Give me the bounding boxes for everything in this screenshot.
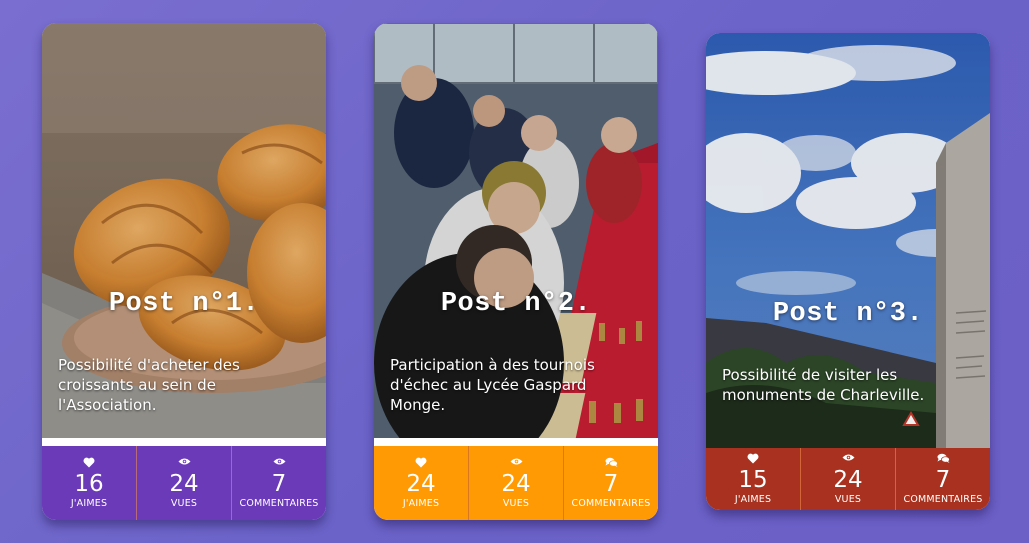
views-count: 24 [833,466,863,493]
post-card-1[interactable]: Post n°1. Possibilité d'acheter des croi… [42,23,326,520]
comments-stat[interactable]: 7 COMMENTAIRES [895,448,990,510]
heart-icon [83,457,95,469]
views-stat[interactable]: 24 VUES [800,448,895,510]
likes-stat[interactable]: 16 J'AIMES [42,446,136,520]
views-stat[interactable]: 24 VUES [136,446,231,520]
likes-stat[interactable]: 15 J'AIMES [706,448,800,510]
post-description: Participation à des tournois d'échec au … [390,356,595,414]
heart-icon [415,457,427,469]
eye-icon [273,457,286,469]
comments-icon [605,457,618,469]
likes-stat[interactable]: 24 J'AIMES [374,446,468,520]
comments-count: 7 [935,466,951,493]
comments-icon [937,453,950,465]
comments-count: 7 [603,470,619,497]
post-card-2[interactable]: Post n°2. Participation à des tournois d… [374,23,658,520]
views-stat[interactable]: 24 VUES [468,446,563,520]
likes-count: 15 [738,466,768,493]
comments-label: COMMENTAIRES [571,497,651,509]
post-description: Possibilité d'acheter des croissants au … [58,356,240,414]
post-description: Possibilité de visiter les monuments de … [722,366,925,404]
likes-label: J'AIMES [734,493,772,505]
post-title: Post n°1. [108,289,260,319]
likes-count: 24 [406,470,436,497]
eye-icon [510,457,523,469]
divider [374,438,658,446]
views-count: 24 [501,470,531,497]
comments-count: 7 [271,470,287,497]
views-label: VUES [170,497,198,509]
comments-stat[interactable]: 7 COMMENTAIRES [563,446,658,520]
eye-icon [178,457,191,469]
post-card-3[interactable]: Post n°3. Possibilité de visiter les mon… [706,33,990,510]
post-stats-bar: 15 J'AIMES 24 VUES 7 COMMENTAIRES [706,448,990,510]
comments-label: COMMENTAIRES [239,497,319,509]
post-title: Post n°2. [440,289,592,319]
comments-label: COMMENTAIRES [903,493,983,505]
eye-icon [842,453,855,465]
heart-icon [747,453,759,465]
likes-count: 16 [74,470,104,497]
post-stats-bar: 24 J'AIMES 24 VUES 7 COMMENTAIRES [374,446,658,520]
likes-label: J'AIMES [70,497,108,509]
likes-label: J'AIMES [402,497,440,509]
divider [42,438,326,446]
post-title: Post n°3. [772,299,924,329]
post-stats-bar: 16 J'AIMES 24 VUES 7 COMMENTAIRES [42,446,326,520]
views-label: VUES [502,497,530,509]
views-label: VUES [834,493,862,505]
comments-stat[interactable]: 7 COMMENTAIRES [231,446,326,520]
views-count: 24 [169,470,199,497]
